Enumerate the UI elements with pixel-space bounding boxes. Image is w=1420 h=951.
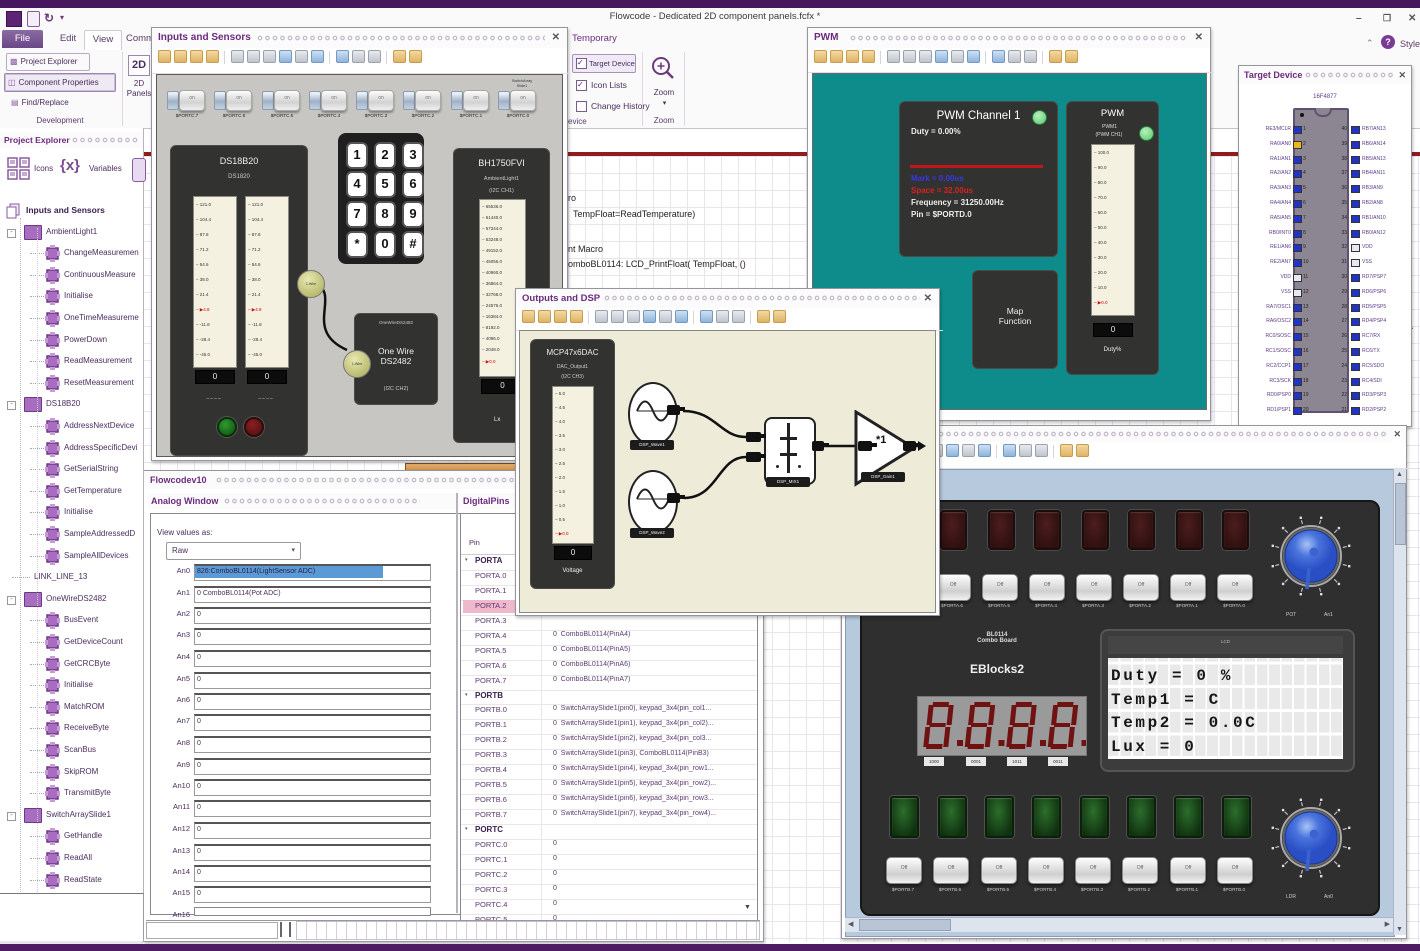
svg-text:*1: *1 (876, 434, 886, 446)
